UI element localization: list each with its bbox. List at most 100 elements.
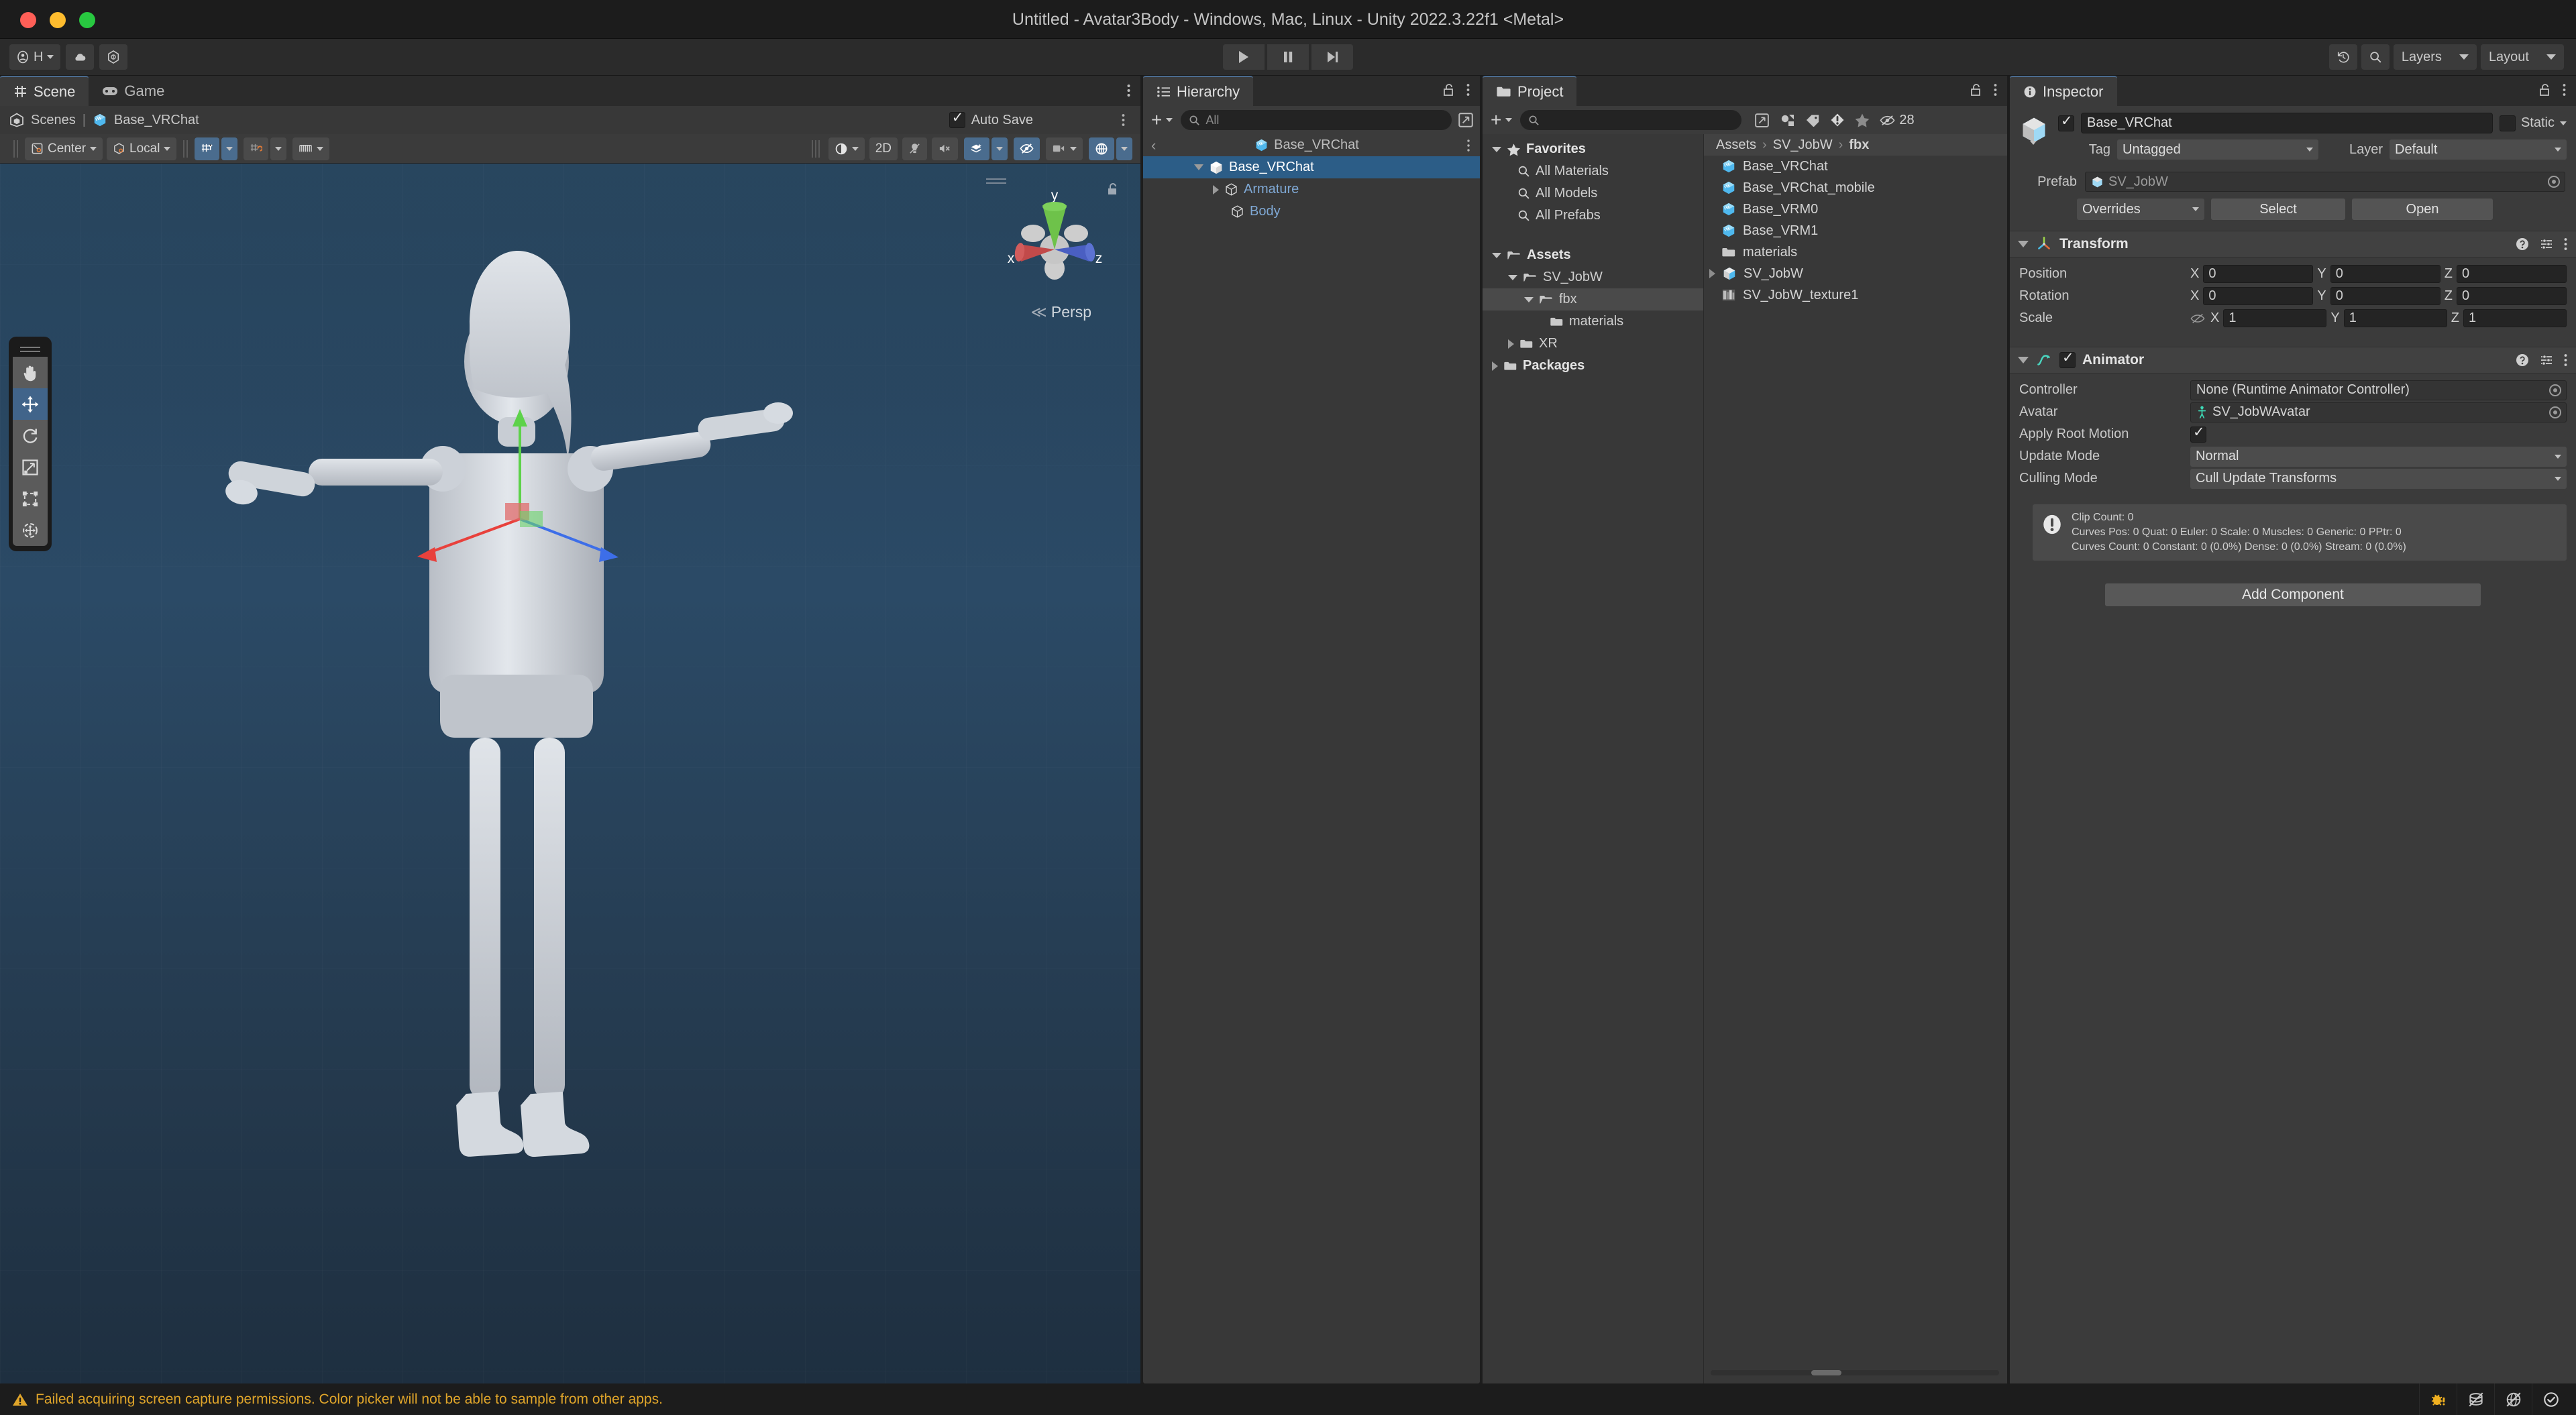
tag-dropdown[interactable]: Untagged bbox=[2117, 139, 2318, 160]
scene-fx-dropdown[interactable] bbox=[991, 137, 1008, 160]
scale-x-input[interactable]: 1 bbox=[2223, 309, 2327, 327]
lock-open-icon[interactable] bbox=[1443, 82, 1455, 97]
constrain-proportions-icon[interactable] bbox=[2190, 313, 2205, 325]
layer-dropdown[interactable]: Default bbox=[2390, 139, 2567, 160]
transform-tool-button[interactable] bbox=[13, 514, 48, 546]
services-button[interactable] bbox=[99, 44, 128, 70]
scale-z-input[interactable]: 1 bbox=[2463, 309, 2567, 327]
project-tree-xr[interactable]: XR bbox=[1483, 333, 1703, 355]
chevron-down-icon[interactable] bbox=[2018, 357, 2029, 363]
auto-save-checkbox[interactable] bbox=[949, 109, 965, 128]
grid-dropdown[interactable] bbox=[221, 137, 238, 160]
tab-game[interactable]: Game bbox=[89, 76, 178, 106]
layers-dropdown[interactable]: Layers bbox=[2393, 44, 2477, 70]
breadcrumb-sv-jobw[interactable]: SV_JobW bbox=[1773, 137, 1833, 153]
hand-tool-button[interactable] bbox=[13, 357, 48, 388]
tab-project[interactable]: Project bbox=[1483, 76, 1577, 106]
preset-icon[interactable] bbox=[2539, 353, 2554, 367]
rect-tool-button[interactable] bbox=[13, 483, 48, 514]
hidden-assets-indicator[interactable]: 28 bbox=[1880, 113, 1915, 128]
help-icon[interactable] bbox=[2515, 237, 2530, 251]
undo-history-button[interactable] bbox=[2328, 44, 2357, 70]
kebab-menu-icon[interactable] bbox=[1466, 82, 1470, 97]
scene-breadcrumb-menu[interactable] bbox=[1121, 113, 1126, 127]
tab-scene[interactable]: Scene bbox=[0, 76, 89, 106]
chevron-down-icon[interactable] bbox=[1492, 146, 1501, 152]
chevron-down-icon[interactable] bbox=[2030, 141, 2037, 156]
chevron-down-icon[interactable] bbox=[1508, 274, 1517, 280]
project-item-sv-jobw[interactable]: SV_JobW bbox=[1704, 263, 2007, 284]
chevron-right-icon[interactable] bbox=[1709, 269, 1715, 278]
gizmos-toggle[interactable] bbox=[1089, 137, 1114, 160]
add-component-button[interactable]: Add Component bbox=[2105, 583, 2481, 607]
chevron-right-icon[interactable] bbox=[1508, 339, 1514, 349]
project-item-sv-jobw-texture1[interactable]: SV_JobW_texture1 bbox=[1704, 284, 2007, 306]
ok-status-button[interactable] bbox=[2532, 1383, 2569, 1415]
kebab-menu-icon[interactable] bbox=[1466, 139, 1470, 152]
scale-y-input[interactable]: 1 bbox=[2343, 309, 2447, 327]
chevron-right-icon[interactable] bbox=[1213, 184, 1219, 194]
project-tree-all-models[interactable]: All Models bbox=[1483, 182, 1703, 205]
position-x-input[interactable]: 0 bbox=[2203, 265, 2314, 283]
chevron-down-icon[interactable] bbox=[2560, 121, 2567, 125]
hidden-objects-toggle[interactable] bbox=[1014, 137, 1040, 160]
position-y-input[interactable]: 0 bbox=[2330, 265, 2440, 283]
rotation-z-input[interactable]: 0 bbox=[2456, 287, 2567, 305]
hierarchy-scene-row[interactable]: ‹ Base_VRChat bbox=[1143, 134, 1480, 156]
prefab-object-field[interactable]: SV_JobW bbox=[2085, 172, 2565, 192]
hierarchy-item-base-vrchat[interactable]: Base_VRChat bbox=[1143, 156, 1480, 178]
create-gameobject-button[interactable]: + bbox=[1148, 109, 1175, 131]
project-tree-all-materials[interactable]: All Materials bbox=[1483, 160, 1703, 182]
object-picker-icon[interactable] bbox=[2549, 384, 2561, 396]
animator-header[interactable]: Animator bbox=[2010, 347, 2576, 374]
scene-audio-toggle[interactable] bbox=[932, 137, 958, 160]
breadcrumb-assets[interactable]: Assets bbox=[1716, 137, 1756, 153]
back-chevron-icon[interactable]: ‹ bbox=[1151, 137, 1156, 154]
project-item-base-vrchat[interactable]: Base_VRChat bbox=[1704, 156, 2007, 177]
project-tree-all-prefabs[interactable]: All Prefabs bbox=[1483, 205, 1703, 227]
grid-axis-button[interactable] bbox=[195, 137, 220, 160]
2d-toggle-button[interactable]: 2D bbox=[869, 137, 898, 160]
scene-orientation-gizmo[interactable]: y x z ≪ Persp bbox=[981, 174, 1128, 321]
filter-label-icon[interactable] bbox=[1805, 113, 1821, 127]
tab-inspector[interactable]: Inspector bbox=[2010, 76, 2117, 106]
project-tree-fbx[interactable]: fbx bbox=[1483, 288, 1703, 310]
play-button[interactable] bbox=[1223, 44, 1265, 70]
lock-open-icon[interactable] bbox=[2539, 82, 2551, 97]
preset-icon[interactable] bbox=[2539, 237, 2554, 251]
hierarchy-item-body[interactable]: Body bbox=[1143, 201, 1480, 223]
filter-type-icon[interactable] bbox=[1780, 113, 1796, 127]
kebab-menu-icon[interactable] bbox=[1126, 82, 1131, 99]
gizmo-grip[interactable] bbox=[986, 178, 1006, 184]
shading-mode-dropdown[interactable] bbox=[828, 137, 865, 160]
move-gizmo[interactable] bbox=[409, 372, 691, 573]
projection-mode-label[interactable]: ≪ Persp bbox=[1030, 303, 1091, 321]
snap-increment-button[interactable] bbox=[292, 137, 330, 160]
project-tree-packages[interactable]: Packages bbox=[1483, 355, 1703, 377]
help-icon[interactable] bbox=[2515, 353, 2530, 367]
pivot-mode-dropdown[interactable]: Center bbox=[25, 137, 103, 160]
rotate-tool-button[interactable] bbox=[13, 420, 48, 451]
pause-button[interactable] bbox=[1267, 44, 1309, 70]
project-tree-sv-jobw[interactable]: SV_JobW bbox=[1483, 266, 1703, 288]
filter-favorite-icon[interactable] bbox=[1854, 113, 1870, 128]
project-item-base-vrchat-mobile[interactable]: Base_VRChat_mobile bbox=[1704, 177, 2007, 199]
kebab-menu-icon[interactable] bbox=[1993, 82, 1998, 97]
position-z-input[interactable]: 0 bbox=[2456, 265, 2567, 283]
scale-tool-button[interactable] bbox=[13, 451, 48, 483]
cloud-button[interactable] bbox=[66, 44, 95, 70]
project-tree-favorites[interactable]: Favorites bbox=[1483, 138, 1703, 160]
object-picker-icon[interactable] bbox=[2548, 176, 2560, 188]
chevron-down-icon[interactable] bbox=[1194, 164, 1203, 170]
chevron-down-icon[interactable] bbox=[1492, 252, 1501, 258]
static-checkbox[interactable] bbox=[2499, 115, 2516, 131]
project-item-base-vrm0[interactable]: Base_VRM0 bbox=[1704, 199, 2007, 220]
static-toggle-group[interactable]: Static bbox=[2499, 115, 2567, 131]
avatar-object-field[interactable]: SV_JobWAvatar bbox=[2190, 402, 2567, 422]
project-search-input[interactable] bbox=[1520, 110, 1742, 130]
prefab-select-button[interactable]: Select bbox=[2211, 199, 2345, 220]
hierarchy-row-menu[interactable] bbox=[1466, 139, 1470, 152]
scene-fx-toggle[interactable] bbox=[964, 137, 989, 160]
update-mode-dropdown[interactable]: Normal bbox=[2190, 446, 2567, 467]
grid-snap-dropdown[interactable] bbox=[270, 137, 287, 160]
